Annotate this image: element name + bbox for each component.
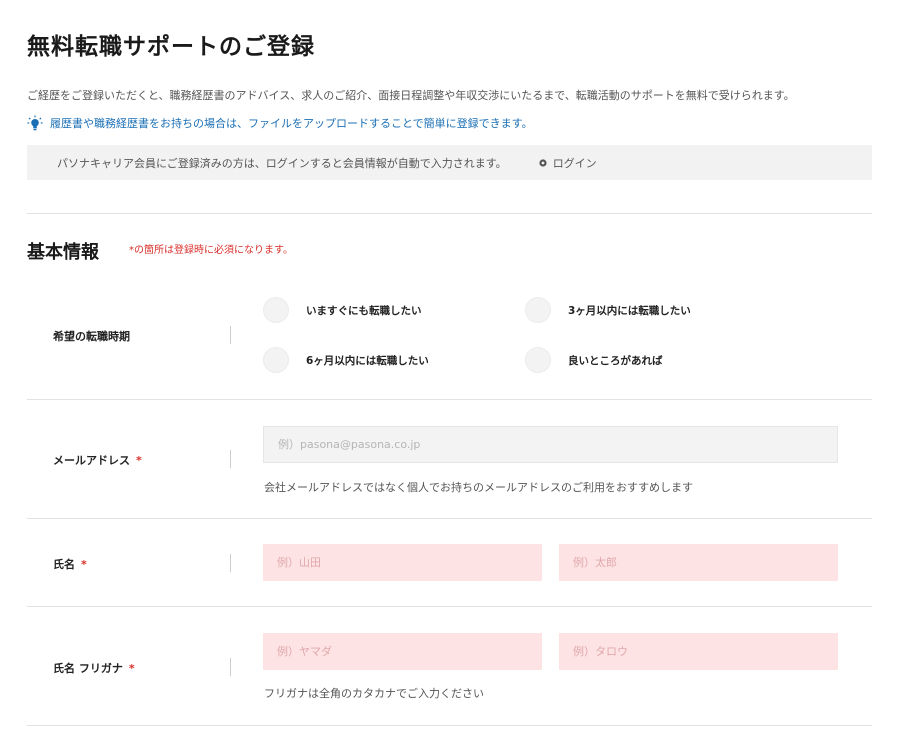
login-label: ログイン	[552, 156, 597, 170]
email-field[interactable]	[263, 426, 838, 463]
row-divider	[27, 606, 872, 607]
upload-hint: 履歴書や職務経歴書をお持ちの場合は、ファイルをアップロードすることで簡単に登録で…	[27, 115, 533, 131]
timing-radio-if-good[interactable]: 良いところがあれば	[525, 347, 663, 373]
timing-radio-immediately[interactable]: いますぐにも転職したい	[263, 297, 422, 323]
email-label: メールアドレス *	[53, 452, 142, 468]
name-label: 氏名 *	[53, 556, 87, 572]
row-divider	[27, 725, 872, 726]
page-title: 無料転職サポートのご登録	[27, 34, 315, 60]
first-name-kana-field[interactable]	[559, 633, 838, 670]
furigana-help-text: フリガナは全角のカタカナでご入力ください	[264, 687, 484, 700]
radio-label: いますぐにも転職したい	[306, 304, 422, 317]
label-separator	[230, 326, 231, 344]
intro-text: ご経歴をご登録いただくと、職務経歴書のアドバイス、求人のご紹介、面接日程調整や年…	[27, 89, 795, 102]
radio-label: 良いところがあれば	[568, 354, 663, 367]
radio-circle[interactable]	[263, 297, 289, 323]
last-name-kana-field[interactable]	[263, 633, 542, 670]
upload-file-link[interactable]: 履歴書や職務経歴書をお持ちの場合は、ファイルをアップロードすることで簡単に登録で…	[50, 115, 533, 131]
timing-label-text: 希望の転職時期	[53, 330, 130, 343]
label-separator	[230, 450, 231, 468]
radio-label: 3ヶ月以内には転職したい	[568, 304, 691, 317]
required-mark: *	[136, 454, 142, 467]
required-mark: *	[128, 662, 135, 675]
radio-circle[interactable]	[525, 297, 551, 323]
label-separator	[230, 554, 231, 572]
member-login-box: パソナキャリア会員にご登録済みの方は、ログインすると会員情報が自動で入力されます…	[27, 145, 872, 180]
label-separator	[230, 658, 231, 676]
section-divider	[27, 213, 872, 214]
email-help-text: 会社メールアドレスではなく個人でお持ちのメールアドレスのご利用をおすすめします	[264, 481, 693, 494]
radio-label: 6ヶ月以内には転職したい	[306, 354, 429, 367]
name-label-text: 氏名	[53, 558, 75, 571]
radio-circle[interactable]	[525, 347, 551, 373]
login-link[interactable]: ログイン	[539, 155, 597, 171]
circle-bullet-icon	[539, 158, 547, 167]
section-title: 基本情報	[27, 242, 99, 263]
required-mark: *	[81, 558, 87, 571]
furigana-label-text: 氏名 フリガナ	[53, 662, 123, 675]
row-divider	[27, 399, 872, 400]
timing-radio-6-months[interactable]: 6ヶ月以内には転職したい	[263, 347, 429, 373]
radio-circle[interactable]	[263, 347, 289, 373]
email-label-text: メールアドレス	[53, 454, 130, 467]
last-name-field[interactable]	[263, 544, 542, 581]
required-note: *の箇所は登録時に必須になります。	[129, 245, 293, 256]
member-notice: パソナキャリア会員にご登録済みの方は、ログインすると会員情報が自動で入力されます…	[57, 156, 507, 170]
row-divider	[27, 518, 872, 519]
timing-radio-3-months[interactable]: 3ヶ月以内には転職したい	[525, 297, 691, 323]
furigana-label: 氏名 フリガナ *	[53, 660, 135, 676]
first-name-field[interactable]	[559, 544, 838, 581]
timing-label: 希望の転職時期	[53, 328, 130, 344]
lightbulb-icon	[27, 115, 43, 131]
